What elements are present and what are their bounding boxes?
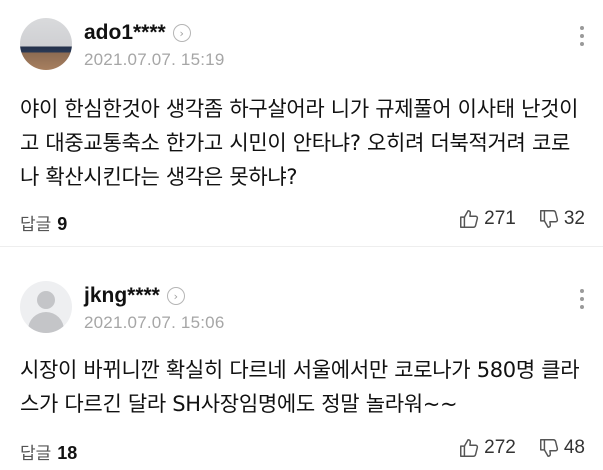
comment-item: ado1**** › 2021.07.07. 15:19 야이 한심한것아 생각… — [0, 0, 603, 246]
comment-text: 시장이 바뀌니깐 확실히 다르네 서울에서만 코로나가 580명 클라스가 다르… — [20, 358, 580, 416]
reply-button[interactable]: 답글 18 — [20, 439, 77, 464]
user-row: jkng**** › — [84, 284, 224, 308]
dislike-button[interactable]: 48 — [538, 437, 585, 459]
username[interactable]: jkng**** — [84, 284, 160, 308]
comment-footer: 답글 18 272 48 — [20, 437, 603, 467]
more-vertical-icon[interactable] — [579, 289, 585, 309]
comment-item: jkng**** › 2021.07.07. 15:06 시장이 바뀌니깐 확실… — [0, 246, 603, 470]
like-count: 271 — [484, 208, 516, 229]
like-button[interactable]: 272 — [458, 437, 516, 459]
reply-button[interactable]: 답글 9 — [20, 210, 67, 235]
comment-meta: jkng**** › 2021.07.07. 15:06 — [84, 281, 224, 333]
default-profile-icon — [37, 291, 55, 309]
reply-count: 18 — [57, 443, 78, 463]
comment-footer: 답글 9 271 32 — [20, 208, 603, 238]
like-count: 272 — [484, 437, 516, 458]
avatar[interactable] — [20, 18, 72, 70]
dislike-count: 32 — [563, 208, 585, 229]
dislike-button[interactable]: 32 — [538, 208, 585, 230]
comment-header: jkng**** › 2021.07.07. 15:06 — [20, 281, 603, 339]
reply-count: 9 — [57, 214, 68, 234]
thumbs-up-icon — [460, 439, 479, 457]
reply-label: 답글 — [20, 444, 52, 464]
timestamp: 2021.07.07. 15:06 — [84, 313, 225, 332]
comment-text: 야이 한심한것아 생각좀 하구살어라 니가 규제풀어 이사태 난것이고 대중교통… — [20, 97, 579, 189]
dislike-count: 48 — [563, 437, 585, 458]
timestamp: 2021.07.07. 15:19 — [84, 50, 225, 69]
thumbs-down-icon — [539, 439, 558, 457]
thumbs-up-icon — [460, 210, 479, 228]
more-vertical-icon[interactable] — [579, 26, 585, 46]
comment-meta: ado1**** › 2021.07.07. 15:19 — [84, 18, 224, 70]
like-button[interactable]: 271 — [458, 208, 516, 230]
chevron-right-circle-icon[interactable]: › — [166, 287, 185, 305]
reply-label: 답글 — [20, 215, 52, 235]
thumbs-down-icon — [539, 210, 558, 228]
chevron-right-circle-icon[interactable]: › — [172, 24, 191, 42]
vote-group: 272 48 — [436, 437, 585, 459]
username[interactable]: ado1**** — [84, 21, 166, 45]
avatar[interactable] — [20, 281, 72, 333]
user-row: ado1**** › — [84, 21, 224, 45]
vote-group: 271 32 — [436, 208, 585, 230]
comment-header: ado1**** › 2021.07.07. 15:19 — [20, 18, 603, 76]
